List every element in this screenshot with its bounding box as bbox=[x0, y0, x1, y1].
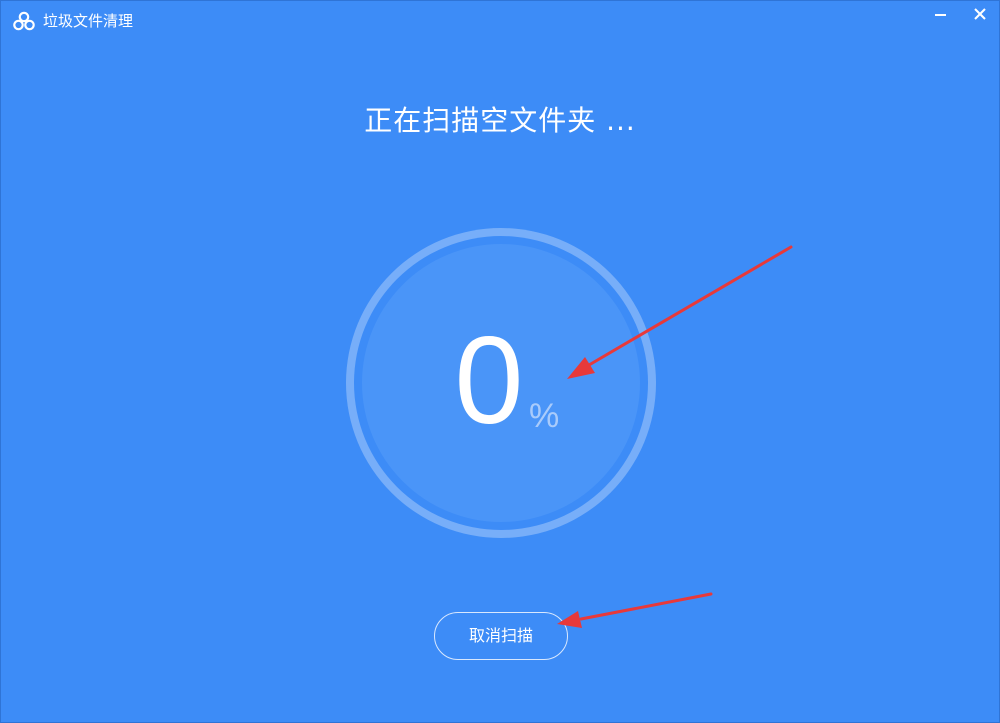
app-logo-icon bbox=[13, 11, 35, 31]
progress-percent-sign: % bbox=[529, 397, 560, 435]
close-icon bbox=[974, 8, 986, 20]
app-window: 垃圾文件清理 正在扫描空文件夹 ... 0 % 取消扫描 bbox=[0, 0, 1000, 723]
close-button[interactable] bbox=[961, 1, 999, 29]
annotation-arrow-cancel bbox=[557, 592, 713, 628]
scan-status-heading: 正在扫描空文件夹 ... bbox=[364, 104, 636, 137]
window-title: 垃圾文件清理 bbox=[43, 12, 134, 30]
minimize-button[interactable] bbox=[921, 1, 959, 29]
title-bar: 垃圾文件清理 bbox=[1, 1, 999, 41]
cancel-scan-button[interactable]: 取消扫描 bbox=[434, 612, 568, 660]
progress-percent-value: 0 bbox=[454, 312, 524, 450]
minimize-icon bbox=[935, 14, 946, 16]
